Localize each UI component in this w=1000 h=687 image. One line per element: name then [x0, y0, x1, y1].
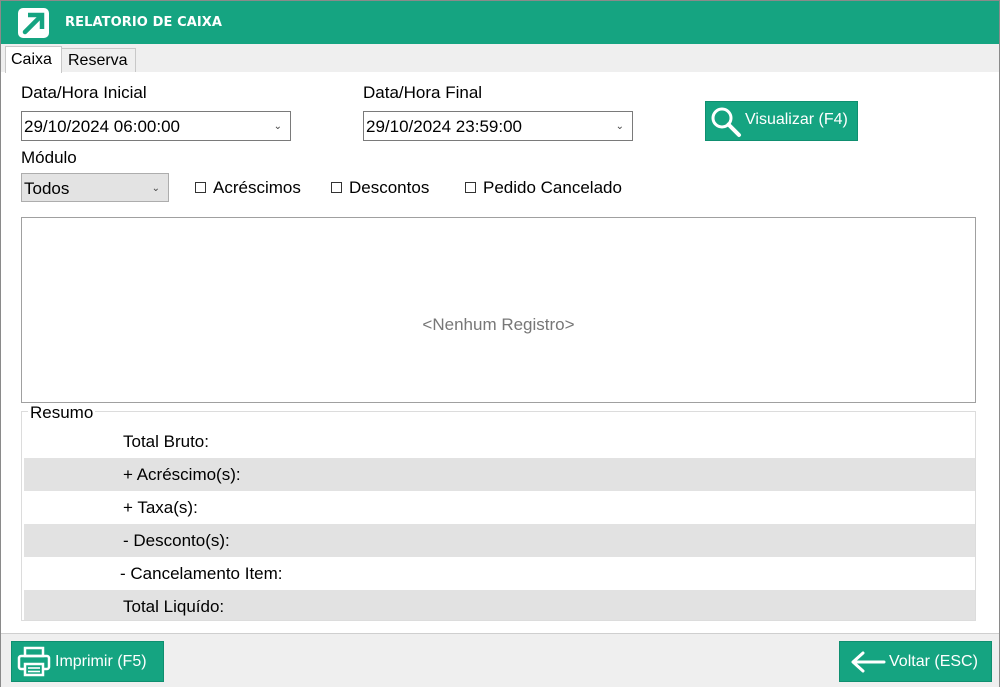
summary-row-label: - Desconto(s): [123, 531, 230, 550]
chevron-down-icon: ⌄ [151, 183, 160, 194]
print-button[interactable]: Imprimir (F5) [11, 641, 164, 682]
end-datetime-picker[interactable]: 29/10/2024 23:59:00 ⌄ [363, 111, 633, 141]
view-button[interactable]: Visualizar (F4) [705, 101, 858, 141]
back-button-label: Voltar (ESC) [889, 653, 978, 670]
summary-row-descontos: - Desconto(s): [24, 524, 975, 557]
start-datetime-label: Data/Hora Inicial [21, 83, 147, 102]
summary-row-acrescimos: + Acréscimo(s): [24, 458, 975, 491]
module-label: Módulo [21, 148, 77, 167]
print-button-label: Imprimir (F5) [55, 653, 147, 670]
checkbox-acrescimos-label: Acréscimos [213, 178, 301, 197]
module-select[interactable]: Todos ⌄ [21, 173, 169, 202]
view-button-label: Visualizar (F4) [745, 111, 848, 128]
summary-row-total-liquido: Total Liquído: [24, 590, 975, 620]
records-grid[interactable]: <Nenhum Registro> [21, 217, 976, 403]
report-window: RELATORIO DE CAIXA Caixa Reserva Data/Ho… [0, 0, 1000, 687]
chevron-down-icon: ⌄ [615, 121, 624, 132]
checkbox-pedido-cancelado[interactable]: Pedido Cancelado [465, 178, 640, 200]
summary-row-cancelamento-item: - Cancelamento Item: [24, 557, 975, 590]
tab-strip [1, 44, 999, 72]
chevron-down-icon: ⌄ [273, 121, 282, 132]
summary-row-label: + Taxa(s): [123, 498, 198, 517]
summary-row-label: Total Bruto: [123, 432, 209, 451]
printer-icon [17, 646, 51, 677]
checkbox-box[interactable] [195, 182, 206, 193]
search-icon [711, 107, 741, 137]
start-datetime-picker[interactable]: 29/10/2024 06:00:00 ⌄ [21, 111, 291, 141]
start-datetime-value: 29/10/2024 06:00:00 [24, 117, 180, 136]
checkbox-pedido-cancelado-label: Pedido Cancelado [483, 178, 622, 197]
module-value: Todos [24, 179, 70, 198]
end-datetime-label: Data/Hora Final [363, 83, 483, 102]
arrow-left-icon [851, 651, 886, 673]
summary-row-total-bruto: Total Bruto: [24, 425, 975, 458]
summary-title: Resumo [28, 403, 96, 423]
tab-caixa[interactable]: Caixa [5, 46, 62, 73]
checkbox-box[interactable] [465, 182, 476, 193]
summary-row-label: Total Liquído: [123, 597, 225, 616]
checkbox-box[interactable] [331, 182, 342, 193]
checkbox-descontos-label: Descontos [349, 178, 430, 197]
back-button[interactable]: Voltar (ESC) [839, 641, 992, 682]
empty-grid-message: <Nenhum Registro> [422, 315, 575, 334]
summary-row-label: - Cancelamento Item: [120, 564, 283, 583]
app-logo-icon [18, 8, 49, 38]
summary-panel: Total Bruto: + Acréscimo(s): + Taxa(s): … [21, 411, 976, 621]
checkbox-descontos[interactable]: Descontos [331, 178, 446, 200]
window-title: RELATORIO DE CAIXA [65, 15, 223, 30]
title-bar: RELATORIO DE CAIXA [1, 1, 999, 44]
summary-row-label: + Acréscimo(s): [123, 465, 241, 484]
end-datetime-value: 29/10/2024 23:59:00 [366, 117, 522, 136]
tab-reserva[interactable]: Reserva [61, 48, 136, 72]
summary-row-taxas: + Taxa(s): [24, 491, 975, 524]
checkbox-acrescimos[interactable]: Acréscimos [195, 178, 315, 200]
